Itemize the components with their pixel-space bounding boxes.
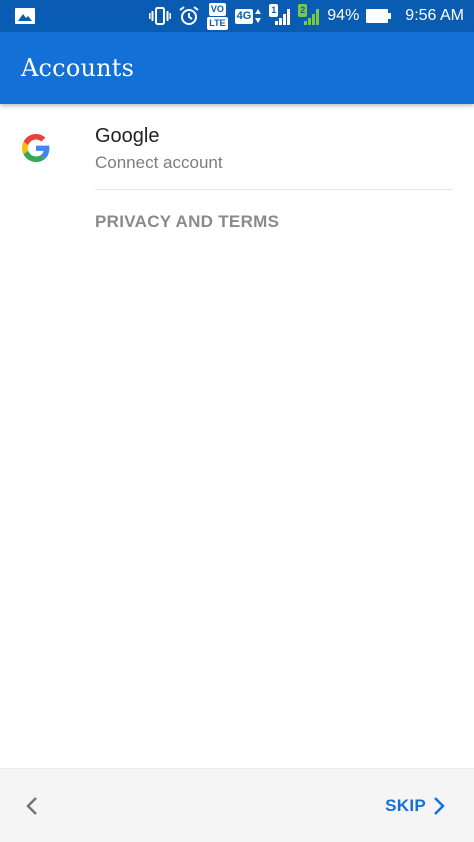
- status-bar: VO LTE 4G 1 2 94% 9:56 AM: [0, 0, 474, 32]
- clock: 9:56 AM: [405, 7, 464, 24]
- volte-sub-badge: LTE: [207, 16, 228, 30]
- sim2-signal-icon: 2: [298, 4, 320, 26]
- privacy-and-terms-link[interactable]: PRIVACY AND TERMS: [95, 212, 279, 232]
- account-text: Google Connect account: [95, 124, 223, 174]
- account-subtitle: Connect account: [95, 153, 223, 172]
- back-button[interactable]: [20, 793, 44, 819]
- battery-percent: 94%: [327, 7, 360, 24]
- status-left: [14, 7, 149, 25]
- volte-badge: VO: [208, 2, 226, 16]
- chevron-left-icon: [26, 797, 37, 815]
- page-title: Accounts: [21, 54, 135, 82]
- alarm-icon: [178, 6, 200, 26]
- sim1-badge: 1: [269, 4, 279, 17]
- google-logo-icon: [22, 134, 50, 162]
- network-type-badge: 4G: [234, 8, 254, 24]
- status-right: VO LTE 4G 1 2 94% 9:56 AM: [149, 2, 464, 30]
- battery-icon: [366, 8, 392, 24]
- volte-icon: VO LTE: [207, 2, 228, 30]
- bottom-nav-bar: SKIP: [0, 768, 474, 842]
- skip-label: SKIP: [385, 796, 426, 815]
- sim2-badge: 2: [298, 4, 308, 17]
- app-bar: Accounts: [0, 32, 474, 104]
- account-item-google[interactable]: Google Connect account: [0, 104, 474, 190]
- chevron-right-icon: [434, 797, 445, 815]
- sim1-signal-icon: 1: [269, 4, 291, 26]
- gallery-notification-icon: [14, 7, 36, 25]
- account-name: Google: [95, 125, 160, 147]
- skip-button[interactable]: SKIP: [385, 793, 446, 819]
- divider: [95, 189, 453, 190]
- network-type-icon: 4G: [234, 8, 263, 24]
- vibrate-icon: [149, 6, 172, 26]
